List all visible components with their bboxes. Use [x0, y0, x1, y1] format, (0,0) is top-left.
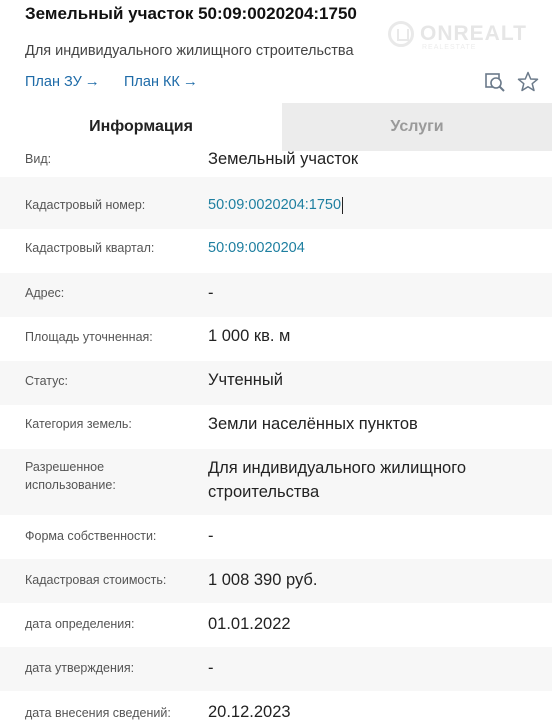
page-subtitle: Для индивидуального жилищного строительс… [25, 43, 354, 59]
property-value: 1 000 кв. м [208, 327, 291, 345]
watermark-subtext: REALESTATE [422, 44, 477, 51]
property-value: - [208, 284, 214, 302]
property-value: 20.12.2023 [208, 703, 291, 721]
property-value: 1 008 390 руб. [208, 571, 318, 589]
property-row-cadastral-number: Кадастровый номер: 50:09:0020204:1750 [0, 177, 552, 229]
property-row-entry-date: дата внесения сведений: 20.12.2023 [0, 691, 552, 722]
property-value: Земельный участок [208, 150, 359, 168]
text-cursor [342, 196, 344, 214]
page-title: Земельный участок 50:09:0020204:1750 [25, 4, 357, 23]
watermark-text: ONREALT [420, 22, 527, 45]
property-label: дата утверждения: [25, 661, 135, 675]
star-icon[interactable] [516, 70, 540, 94]
property-label: Статус: [25, 374, 68, 388]
property-value: - [208, 659, 214, 677]
property-row-area: Площадь уточненная: 1 000 кв. м [0, 317, 552, 361]
property-label: дата определения: [25, 617, 135, 631]
property-value: Для индивидуального жилищного строительс… [208, 459, 467, 501]
plan-kk-label: План КК [124, 74, 180, 90]
property-label: дата внесения сведений: [25, 706, 171, 720]
property-label: Кадастровый квартал: [25, 241, 155, 255]
property-label: Кадастровый номер: [25, 198, 146, 212]
header: Земельный участок 50:09:0020204:1750 Для… [0, 0, 552, 103]
property-label: Адрес: [25, 286, 65, 300]
watermark-logo: ONREALT REALESTATE [388, 15, 538, 55]
property-row-ownership: Форма собственности: - [0, 515, 552, 559]
cadastral-number-value[interactable]: 50:09:0020204:1750 [208, 193, 528, 217]
arrow-right-icon: → [182, 73, 198, 90]
property-row-type: Вид: Земельный участок [0, 137, 552, 177]
property-label: Вид: [25, 152, 52, 166]
property-row-cadastral-value: Кадастровая стоимость: 1 008 390 руб. [0, 559, 552, 603]
arrow-right-icon: → [84, 73, 100, 90]
property-label: Категория земель: [25, 417, 132, 431]
property-row-determination-date: дата определения: 01.01.2022 [0, 603, 552, 647]
property-row-approval-date: дата утверждения: - [0, 647, 552, 691]
cadastral-quarter-link[interactable]: 50:09:0020204 [208, 236, 528, 260]
property-label: Кадастровая стоимость: [25, 573, 167, 587]
property-value: 01.01.2022 [208, 615, 291, 633]
property-row-cadastral-quarter: Кадастровый квартал: 50:09:0020204 [0, 229, 552, 273]
search-plan-icon[interactable] [483, 70, 507, 94]
property-row-address: Адрес: - [0, 273, 552, 317]
property-label: Разрешенное использование: [25, 460, 116, 492]
plan-zu-label: План ЗУ [25, 74, 82, 90]
property-row-land-category: Категория земель: Земли населённых пункт… [0, 405, 552, 449]
property-row-status: Статус: Учтенный [0, 361, 552, 405]
plan-kk-link[interactable]: План КК → [124, 73, 198, 90]
property-label: Форма собственности: [25, 529, 157, 543]
property-row-permitted-use: Разрешенное использование: Для индивидуа… [0, 449, 552, 515]
property-value: Земли населённых пунктов [208, 415, 418, 433]
house-logo-icon [388, 21, 414, 47]
property-value: - [208, 527, 214, 545]
property-label: Площадь уточненная: [25, 330, 153, 344]
plan-zu-link[interactable]: План ЗУ → [25, 73, 100, 90]
property-value: Учтенный [208, 371, 283, 389]
